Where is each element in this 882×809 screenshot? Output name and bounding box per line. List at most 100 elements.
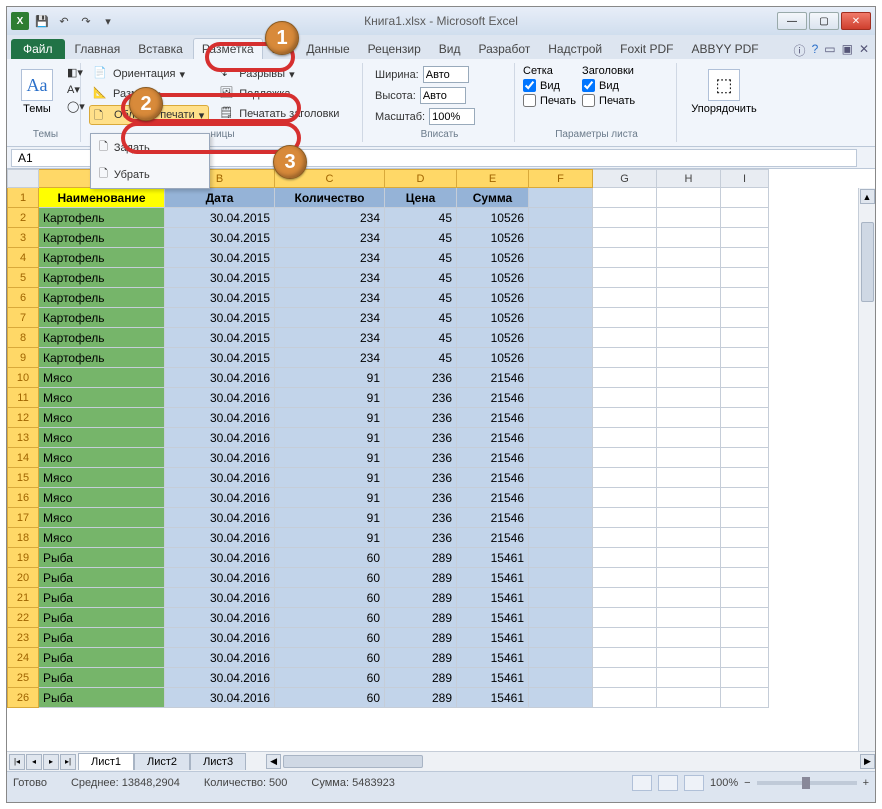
cell[interactable]: 236 — [385, 388, 457, 408]
cell[interactable]: Мясо — [39, 408, 165, 428]
cell[interactable] — [529, 488, 593, 508]
row-header[interactable]: 23 — [7, 628, 39, 648]
cell[interactable]: 30.04.2016 — [165, 588, 275, 608]
cell[interactable]: 15461 — [457, 588, 529, 608]
themes-button[interactable]: Aa Темы — [17, 65, 57, 129]
cell[interactable] — [657, 528, 721, 548]
cell[interactable] — [529, 188, 593, 208]
cell[interactable] — [593, 348, 657, 368]
cell[interactable] — [657, 588, 721, 608]
row-header[interactable]: 19 — [7, 548, 39, 568]
headings-print-check[interactable]: Печать — [582, 94, 635, 107]
cell[interactable]: Картофель — [39, 268, 165, 288]
cell[interactable] — [593, 528, 657, 548]
cell[interactable] — [657, 688, 721, 708]
cell[interactable]: 234 — [275, 208, 385, 228]
cell[interactable] — [593, 388, 657, 408]
column-header[interactable]: D — [385, 169, 457, 188]
cell[interactable] — [593, 648, 657, 668]
cell[interactable]: 15461 — [457, 608, 529, 628]
cell[interactable]: Рыба — [39, 608, 165, 628]
cell[interactable]: 30.04.2015 — [165, 208, 275, 228]
cell[interactable] — [721, 368, 769, 388]
gridlines-view-check[interactable]: Вид — [523, 79, 576, 92]
tab-page-layout[interactable]: Разметка — [193, 38, 263, 59]
cell[interactable]: 289 — [385, 648, 457, 668]
cell[interactable]: 30.04.2016 — [165, 528, 275, 548]
cell[interactable]: 236 — [385, 448, 457, 468]
cell[interactable] — [529, 688, 593, 708]
cell[interactable]: Рыба — [39, 668, 165, 688]
cell[interactable]: 236 — [385, 408, 457, 428]
row-header[interactable]: 13 — [7, 428, 39, 448]
cell[interactable]: 30.04.2016 — [165, 428, 275, 448]
cell[interactable]: 15461 — [457, 688, 529, 708]
cell[interactable] — [529, 428, 593, 448]
cell[interactable] — [657, 628, 721, 648]
cell[interactable] — [657, 368, 721, 388]
spreadsheet-grid[interactable]: ABCDEFGHI 1НаименованиеДатаКоличествоЦен… — [7, 169, 875, 751]
cell[interactable] — [529, 328, 593, 348]
cell[interactable] — [529, 288, 593, 308]
sheet-nav-next[interactable]: ▸ — [43, 754, 59, 770]
row-header[interactable]: 18 — [7, 528, 39, 548]
cell[interactable]: 234 — [275, 288, 385, 308]
cell[interactable]: 30.04.2016 — [165, 568, 275, 588]
cell[interactable]: 236 — [385, 428, 457, 448]
cell[interactable] — [593, 428, 657, 448]
cell[interactable] — [657, 608, 721, 628]
cell[interactable] — [721, 468, 769, 488]
cell[interactable] — [529, 308, 593, 328]
fit-width[interactable]: Ширина: — [371, 65, 508, 84]
gridlines-print-check[interactable]: Печать — [523, 94, 576, 107]
cell[interactable] — [721, 668, 769, 688]
cell[interactable] — [529, 348, 593, 368]
row-header[interactable]: 12 — [7, 408, 39, 428]
column-header[interactable]: E — [457, 169, 529, 188]
cell[interactable]: 45 — [385, 208, 457, 228]
cell[interactable] — [529, 508, 593, 528]
cell[interactable] — [721, 268, 769, 288]
cell[interactable]: 30.04.2015 — [165, 248, 275, 268]
cell[interactable] — [529, 408, 593, 428]
sheet-tab[interactable]: Лист3 — [190, 753, 246, 770]
cell[interactable]: 45 — [385, 288, 457, 308]
cell[interactable]: 30.04.2016 — [165, 628, 275, 648]
clear-print-area-item[interactable]: 🗋Убрать — [91, 161, 209, 188]
tab-foxit[interactable]: Foxit PDF — [612, 39, 681, 59]
cell[interactable]: 91 — [275, 488, 385, 508]
cell[interactable] — [657, 328, 721, 348]
cell[interactable]: 21546 — [457, 488, 529, 508]
cell[interactable] — [721, 348, 769, 368]
row-header[interactable]: 9 — [7, 348, 39, 368]
cell[interactable] — [657, 348, 721, 368]
horizontal-scrollbar[interactable]: ◀ ▶ — [266, 754, 875, 770]
set-print-area-item[interactable]: 🗋Задать — [91, 134, 209, 161]
sheet-nav-prev[interactable]: ◂ — [26, 754, 42, 770]
cell[interactable] — [529, 208, 593, 228]
cell[interactable] — [721, 528, 769, 548]
cell[interactable] — [657, 448, 721, 468]
row-header[interactable]: 11 — [7, 388, 39, 408]
cell[interactable] — [593, 688, 657, 708]
fit-scale[interactable]: Масштаб: — [371, 107, 508, 126]
cell[interactable] — [657, 408, 721, 428]
cell[interactable]: 30.04.2015 — [165, 328, 275, 348]
cell[interactable]: 21546 — [457, 508, 529, 528]
headings-view-check[interactable]: Вид — [582, 79, 635, 92]
cell[interactable]: Рыба — [39, 588, 165, 608]
cell[interactable]: 234 — [275, 228, 385, 248]
sheet-nav-first[interactable]: |◂ — [9, 754, 25, 770]
cell[interactable]: Мясо — [39, 488, 165, 508]
cell[interactable] — [529, 228, 593, 248]
cell[interactable]: 91 — [275, 368, 385, 388]
ribbon-minimize-icon[interactable]: ▭ — [824, 42, 835, 59]
column-header[interactable]: H — [657, 169, 721, 188]
cell[interactable] — [593, 368, 657, 388]
row-header[interactable]: 20 — [7, 568, 39, 588]
row-header[interactable]: 2 — [7, 208, 39, 228]
cell[interactable]: 60 — [275, 568, 385, 588]
row-header[interactable]: 6 — [7, 288, 39, 308]
cell[interactable] — [721, 628, 769, 648]
cell[interactable] — [529, 368, 593, 388]
